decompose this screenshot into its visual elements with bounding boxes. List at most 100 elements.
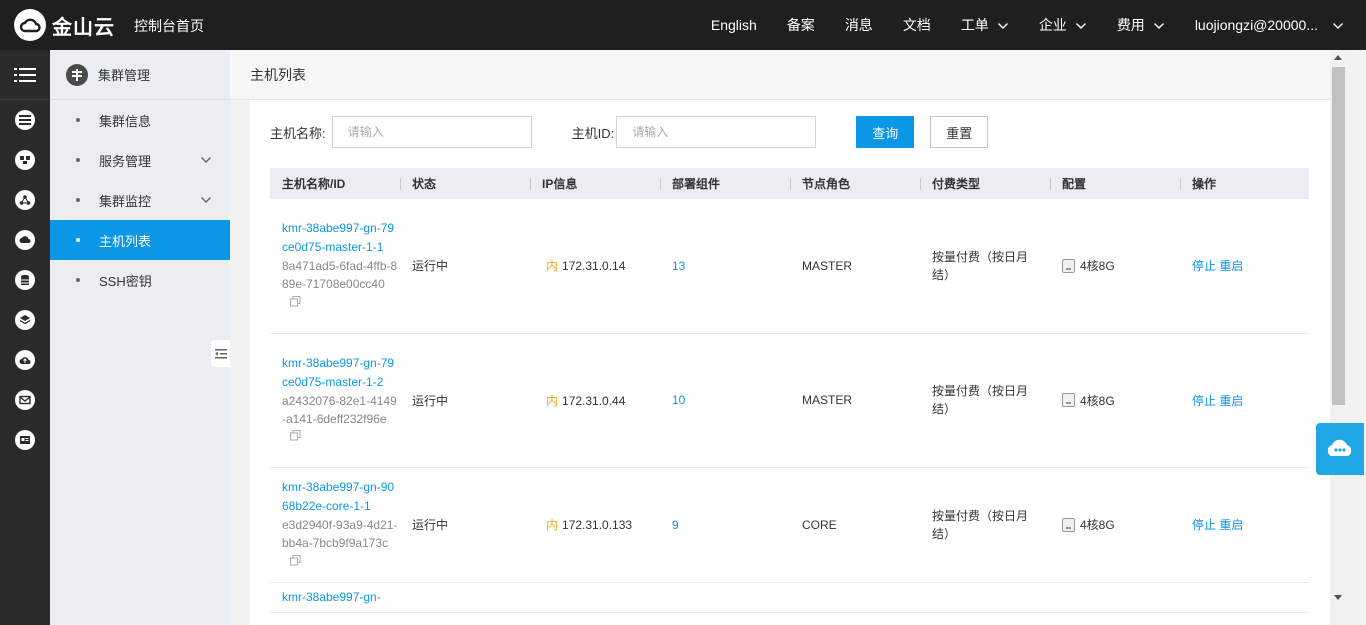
layers-icon[interactable] — [0, 300, 50, 340]
column-separator — [1050, 178, 1051, 190]
top-nav-item-label: 消息 — [844, 17, 873, 33]
sidebar-item[interactable]: 主机列表 — [50, 220, 230, 260]
vertical-scrollbar[interactable] — [1330, 50, 1347, 605]
top-nav-item[interactable]: English — [711, 17, 757, 33]
restart-link[interactable]: 重启 — [1219, 518, 1243, 532]
dashboard-icon[interactable] — [0, 140, 50, 180]
host-id: 8a471ad5-6fad-4ffb-889e-71708e00cc40 — [282, 259, 398, 292]
role-cell: CORE — [790, 467, 920, 583]
sidebar-item[interactable]: SSH密钥 — [50, 260, 230, 300]
config-text: 4核8G — [1080, 259, 1115, 274]
host-name-link[interactable]: kmr-38abe997-gn-79ce0d75-master-1-1 — [282, 219, 400, 257]
host-list-card: 主机名称: 主机ID: 查询 重置 主机名称/ID 状态 IP信息 部署组件 节点角色 付… — [250, 100, 1330, 625]
database-icon[interactable] — [0, 260, 50, 300]
cloud-logo-icon — [14, 9, 46, 41]
sidebar-item[interactable]: 集群信息 — [50, 100, 230, 140]
column-header-label: 节点角色 — [802, 177, 851, 191]
top-nav-item-label: 企业 — [1038, 17, 1067, 33]
host-name-link[interactable]: kmr-38abe997-gn-9068b22e-core-1-1 — [282, 478, 400, 516]
status-cell — [400, 582, 530, 613]
top-nav-item[interactable]: 文档 — [903, 15, 931, 35]
stop-link[interactable]: 停止 — [1192, 394, 1216, 408]
customer-service-icon — [1327, 439, 1352, 456]
top-nav-item-label: 备案 — [786, 17, 815, 33]
top-nav-item[interactable]: 企业 — [1039, 15, 1087, 35]
logo[interactable]: 金山云 — [14, 9, 115, 41]
billing-cell: 按量付费（按日月结） — [920, 467, 1050, 583]
restart-link[interactable]: 重启 — [1219, 259, 1243, 273]
restart-link[interactable]: 重启 — [1219, 394, 1243, 408]
table-row: kmr-38abe997-gn-79ce0d75-master-1-1 8a471… — [270, 199, 1309, 334]
host-name-label: 主机名称: — [270, 125, 326, 141]
sidebar-item[interactable]: 服务管理 — [50, 140, 230, 180]
console-home-link[interactable]: 控制台首页 — [134, 16, 204, 36]
host-table: 主机名称/ID 状态 IP信息 部署组件 节点角色 付费类型 配置 操作 kmr-38abe9… — [270, 168, 1309, 613]
host-id-input[interactable] — [616, 116, 817, 148]
column-header-label: 状态 — [412, 177, 437, 191]
sidebar-item-label: 集群监控 — [99, 193, 152, 209]
network-icon[interactable] — [0, 180, 50, 220]
config-cell: 4核8G — [1050, 199, 1180, 334]
copy-icon[interactable] — [290, 294, 301, 312]
scroll-down-arrow-icon[interactable] — [1334, 595, 1342, 600]
reset-button[interactable]: 重置 — [930, 116, 989, 148]
main-content: 主机列表 主机名称: 主机ID: 查询 重置 主机名称/ID 状态 IP信息 部署组件… — [230, 50, 1330, 625]
mail-icon[interactable] — [0, 380, 50, 420]
components-cell: 10 — [660, 333, 790, 468]
column-separator — [1180, 178, 1181, 190]
user-menu[interactable]: luojiongzi@20000... — [1195, 17, 1344, 33]
collapse-sidebar-icon[interactable] — [211, 340, 230, 367]
disk-icon — [1062, 517, 1075, 532]
stop-link[interactable]: 停止 — [1192, 518, 1216, 532]
top-nav-item[interactable]: 费用 — [1117, 15, 1165, 35]
host-name-link[interactable]: kmr-38abe997-gn-79ce0d75-master-1-2 — [282, 354, 400, 392]
chevron-down-icon — [1332, 19, 1344, 31]
cloud-upload-icon[interactable] — [0, 340, 50, 380]
internal-ip-tag: 内 — [546, 518, 559, 532]
status-text: 运行中 — [412, 259, 449, 274]
top-nav-item[interactable]: 消息 — [845, 15, 873, 35]
ip-cell: 内 172.31.0.44 — [530, 333, 660, 468]
sidebar-item-label: 服务管理 — [99, 153, 152, 169]
top-nav-item-label: English — [710, 17, 757, 33]
top-nav-item[interactable]: 备案 — [787, 15, 815, 35]
list-icon[interactable] — [0, 100, 50, 140]
disk-icon — [1062, 393, 1075, 407]
host-name-id-cell: kmr-38abe997-gn-79ce0d75-master-1-2 a2432… — [270, 333, 400, 468]
disk-icon — [1062, 258, 1075, 273]
chevron-down-icon — [200, 194, 212, 206]
config-cell: 4核8G — [1050, 467, 1180, 583]
host-name-id-cell: kmr-38abe997-gn-79ce0d75-master-1-1 8a471… — [270, 199, 400, 334]
customer-service-button[interactable] — [1316, 423, 1364, 475]
table-row: kmr-38abe997-gn-79ce0d75-master-1-2 a2432… — [270, 333, 1309, 468]
column-header: 付费类型 — [920, 168, 1050, 199]
host-name-input[interactable] — [331, 116, 532, 148]
column-header: 操作 — [1180, 168, 1309, 199]
config-cell: 4核8G — [1050, 333, 1180, 468]
id-card-icon[interactable] — [0, 420, 50, 460]
components-cell: 9 — [660, 467, 790, 583]
copy-icon[interactable] — [290, 553, 301, 571]
copy-icon[interactable] — [290, 428, 301, 446]
components-count-link[interactable]: 9 — [672, 518, 679, 532]
host-name-link[interactable]: kmr-38abe997-gn- — [282, 588, 400, 607]
menu-icon[interactable] — [0, 50, 50, 100]
scroll-up-arrow-icon[interactable] — [1334, 55, 1342, 60]
status-text: 运行中 — [412, 518, 449, 532]
column-header-label: 付费类型 — [932, 177, 981, 191]
scrollbar-thumb[interactable] — [1332, 67, 1345, 405]
search-button[interactable]: 查询 — [856, 116, 915, 148]
stop-link[interactable]: 停止 — [1192, 259, 1216, 273]
components-count-link[interactable]: 13 — [672, 259, 685, 273]
cloud-chat-icon[interactable] — [0, 220, 50, 260]
ip-address: 172.31.0.14 — [562, 259, 626, 274]
top-bar: 金山云 控制台首页 English 备案 消息 文档 工单 企业 费用 luojiongzi@… — [0, 0, 1366, 50]
sidebar-section-title: 集群管理 — [98, 68, 151, 83]
top-nav-item-label: 费用 — [1116, 17, 1145, 33]
top-nav-item[interactable]: 工单 — [961, 15, 1009, 35]
column-header: 主机名称/ID — [270, 168, 400, 199]
config-text: 4核8G — [1080, 393, 1115, 408]
sidebar-item[interactable]: 集群监控 — [50, 180, 230, 220]
components-count-link[interactable]: 10 — [672, 393, 685, 407]
bullet-icon — [76, 198, 80, 202]
